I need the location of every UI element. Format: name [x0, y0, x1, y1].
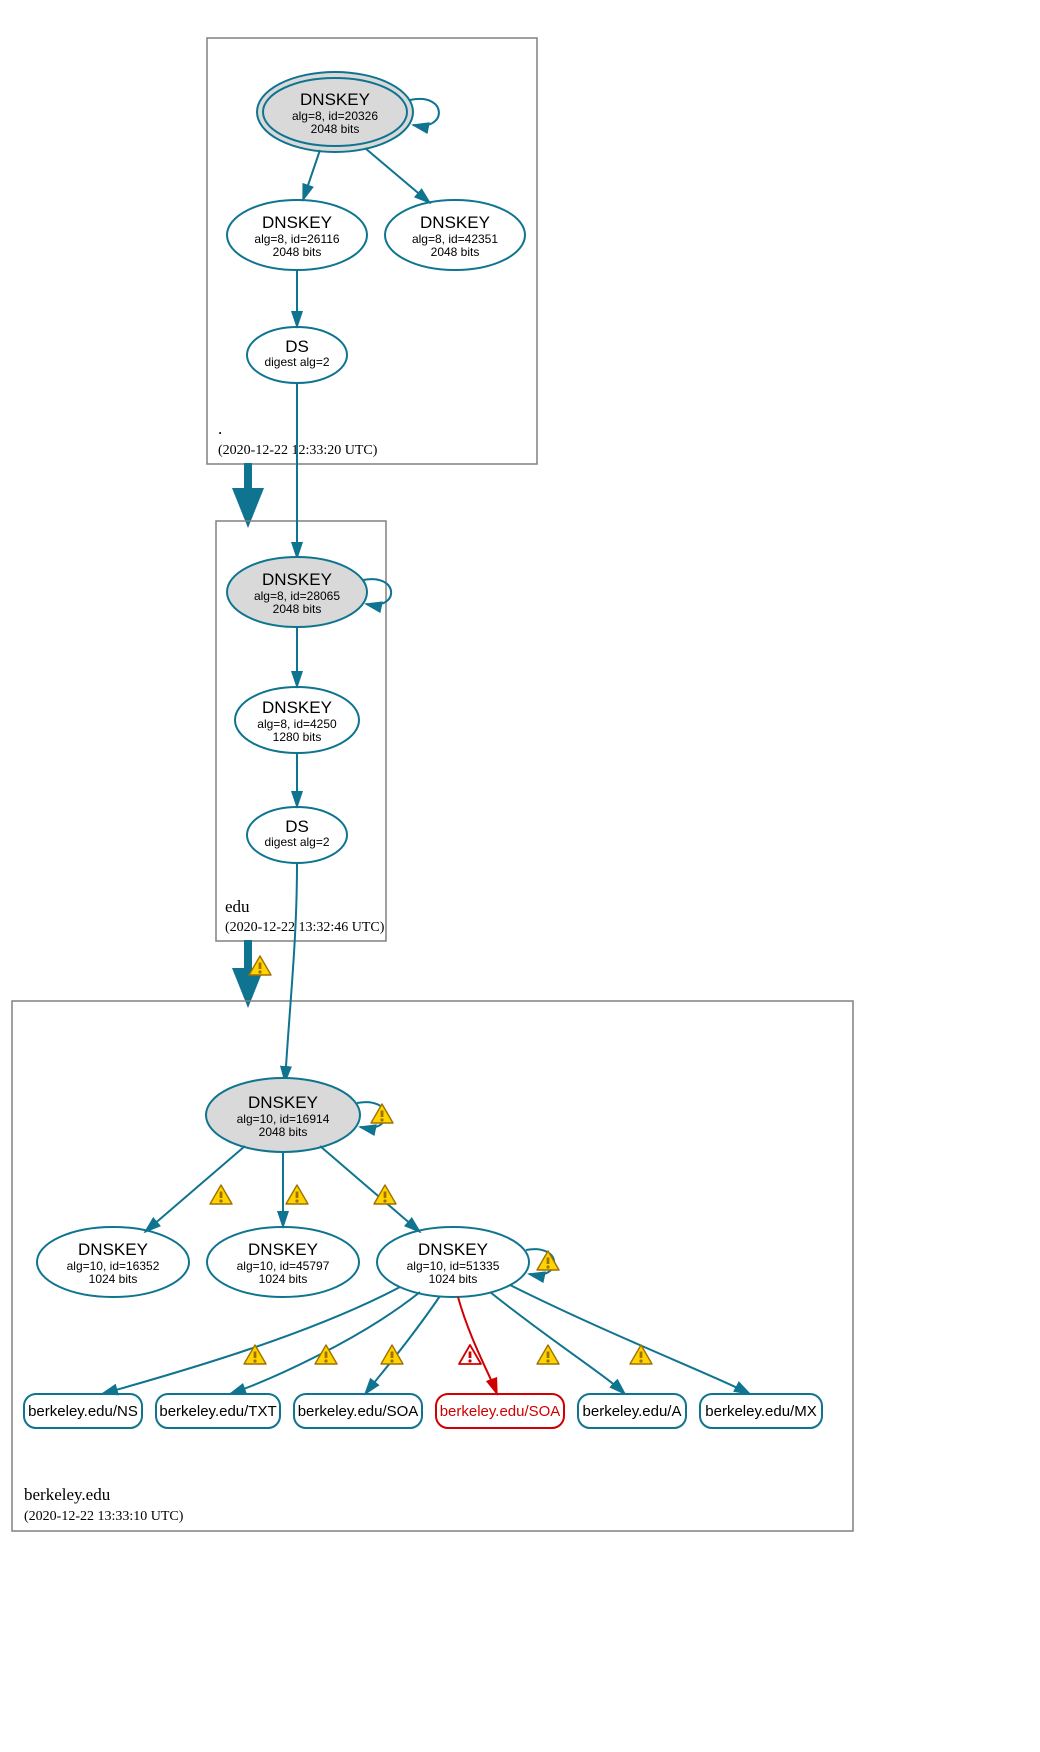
svg-text:2048 bits: 2048 bits	[273, 245, 322, 259]
svg-text:DNSKEY: DNSKEY	[262, 213, 332, 232]
svg-text:DNSKEY: DNSKEY	[78, 1240, 148, 1259]
svg-text:DNSKEY: DNSKEY	[262, 570, 332, 589]
svg-text:2048 bits: 2048 bits	[259, 1125, 308, 1139]
svg-text:DNSKEY: DNSKEY	[300, 90, 370, 109]
warning-icon[interactable]	[537, 1345, 559, 1364]
svg-text:1024 bits: 1024 bits	[429, 1272, 478, 1286]
svg-text:DNSKEY: DNSKEY	[248, 1240, 318, 1259]
warning-icon[interactable]	[210, 1185, 232, 1204]
edge	[365, 148, 430, 203]
svg-text:berkeley.edu/SOA: berkeley.edu/SOA	[298, 1403, 419, 1420]
rr-a[interactable]: berkeley.edu/A	[578, 1394, 686, 1428]
svg-text:DNSKEY: DNSKEY	[248, 1093, 318, 1112]
error-icon[interactable]	[459, 1345, 481, 1364]
svg-text:alg=10, id=16914: alg=10, id=16914	[237, 1112, 330, 1126]
svg-text:berkeley.edu/TXT: berkeley.edu/TXT	[159, 1403, 276, 1420]
zone-label-root: .	[218, 419, 222, 438]
svg-text:1280 bits: 1280 bits	[273, 730, 322, 744]
svg-text:berkeley.edu/SOA: berkeley.edu/SOA	[440, 1403, 561, 1420]
svg-text:alg=8, id=26116: alg=8, id=26116	[254, 232, 340, 246]
warning-icon[interactable]	[371, 1104, 393, 1123]
warning-icon[interactable]	[249, 956, 271, 975]
svg-text:2048 bits: 2048 bits	[431, 245, 480, 259]
svg-text:DS: DS	[285, 817, 309, 836]
warning-icon[interactable]	[381, 1345, 403, 1364]
svg-text:alg=8, id=28065: alg=8, id=28065	[254, 589, 340, 603]
svg-text:alg=10, id=51335: alg=10, id=51335	[407, 1259, 500, 1273]
svg-text:digest alg=2: digest alg=2	[264, 355, 329, 369]
svg-text:berkeley.edu/MX: berkeley.edu/MX	[705, 1403, 816, 1420]
edge-ds-bksk	[285, 863, 297, 1082]
zone-label-berkeley: berkeley.edu	[24, 1485, 111, 1504]
rr-soa2-error[interactable]: berkeley.edu/SOA	[436, 1394, 564, 1428]
svg-text:DNSKEY: DNSKEY	[262, 698, 332, 717]
rr-soa1[interactable]: berkeley.edu/SOA	[294, 1394, 422, 1428]
svg-text:1024 bits: 1024 bits	[89, 1272, 138, 1286]
edge	[303, 150, 320, 200]
warning-icon[interactable]	[537, 1251, 559, 1270]
svg-text:2048 bits: 2048 bits	[311, 122, 360, 136]
svg-text:alg=8, id=42351: alg=8, id=42351	[412, 232, 498, 246]
svg-text:alg=10, id=16352: alg=10, id=16352	[67, 1259, 160, 1273]
svg-text:digest alg=2: digest alg=2	[264, 835, 329, 849]
svg-text:alg=8, id=20326: alg=8, id=20326	[292, 109, 378, 123]
rr-txt[interactable]: berkeley.edu/TXT	[156, 1394, 280, 1428]
svg-text:DNSKEY: DNSKEY	[420, 213, 490, 232]
zone-ts-edu: (2020-12-22 13:32:46 UTC)	[225, 920, 385, 935]
zone-label-edu: edu	[225, 897, 250, 916]
warning-icon[interactable]	[244, 1345, 266, 1364]
svg-text:2048 bits: 2048 bits	[273, 602, 322, 616]
svg-text:DNSKEY: DNSKEY	[418, 1240, 488, 1259]
rr-mx[interactable]: berkeley.edu/MX	[700, 1394, 822, 1428]
rr-ns[interactable]: berkeley.edu/NS	[24, 1394, 142, 1428]
warning-icon[interactable]	[286, 1185, 308, 1204]
zone-ts-berkeley: (2020-12-22 13:33:10 UTC)	[24, 1509, 184, 1524]
svg-text:1024 bits: 1024 bits	[259, 1272, 308, 1286]
svg-text:berkeley.edu/A: berkeley.edu/A	[583, 1403, 682, 1420]
svg-text:alg=8, id=4250: alg=8, id=4250	[257, 717, 337, 731]
dnssec-graph: . (2020-12-22 12:33:20 UTC) DNSKEY alg=8…	[0, 0, 1040, 1752]
svg-text:alg=10, id=45797: alg=10, id=45797	[237, 1259, 330, 1273]
svg-text:berkeley.edu/NS: berkeley.edu/NS	[28, 1403, 138, 1420]
svg-text:DS: DS	[285, 337, 309, 356]
